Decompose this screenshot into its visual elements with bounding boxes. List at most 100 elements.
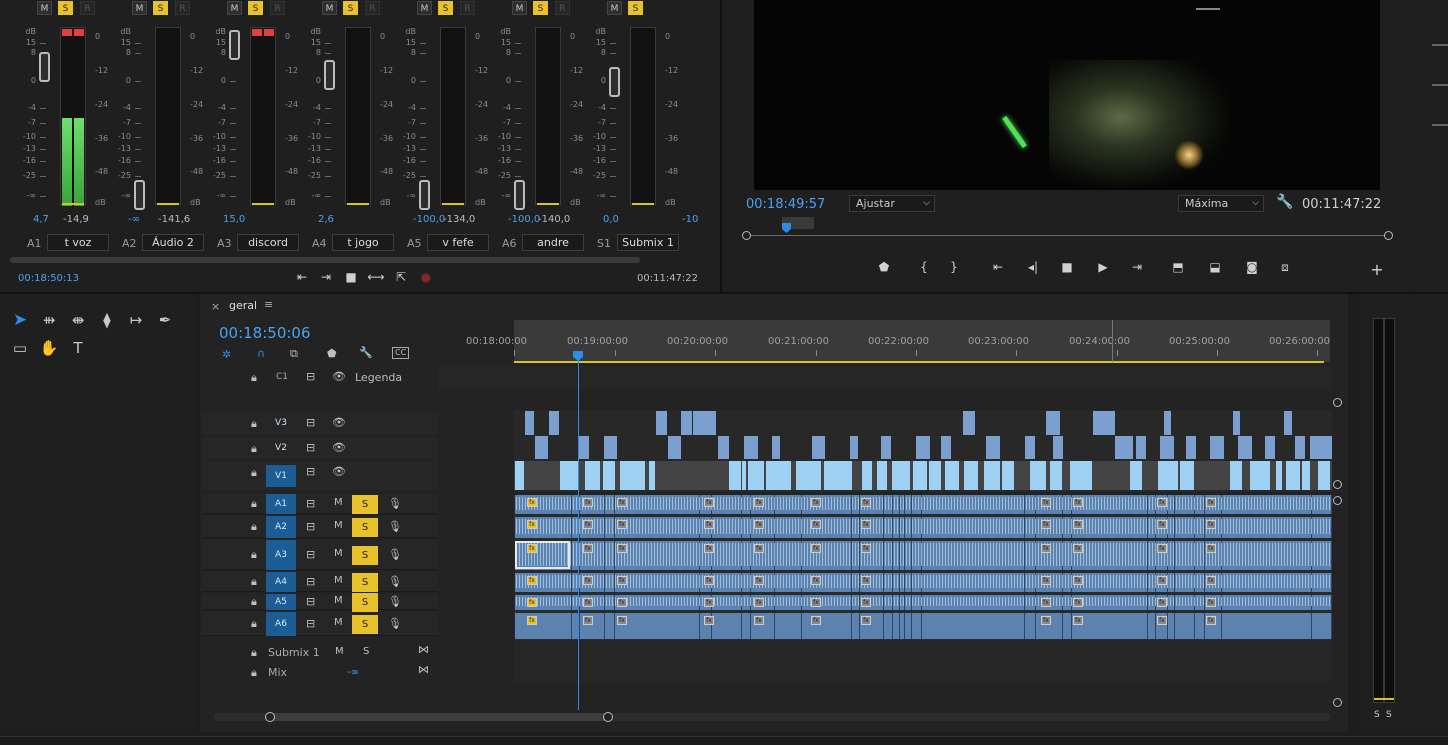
fx-badge[interactable]: fx (527, 576, 537, 585)
video-clip[interactable] (877, 461, 887, 490)
fx-badge[interactable]: fx (1206, 520, 1216, 529)
track-target[interactable]: A5 (266, 594, 296, 610)
video-clip[interactable] (525, 411, 534, 435)
microphone-icon[interactable]: 🎙︎ (388, 497, 402, 510)
video-clip[interactable] (1238, 436, 1252, 459)
video-clip[interactable] (1025, 436, 1035, 459)
mute-track-button[interactable]: M (334, 617, 343, 628)
scrub-in-handle[interactable] (742, 231, 751, 240)
video-clip[interactable] (824, 461, 852, 490)
solo-track-button[interactable]: S (352, 614, 378, 634)
sequence-menu-icon[interactable]: ≡ (264, 298, 273, 311)
fx-badge[interactable]: fx (811, 520, 821, 529)
video-clip[interactable] (1115, 436, 1133, 459)
lock-icon[interactable]: 🔒︎ (251, 442, 257, 456)
solo-button[interactable]: S (628, 1, 643, 15)
mute-track-button[interactable]: M (334, 575, 343, 586)
sync-lock-icon[interactable]: ⊟ (306, 465, 315, 478)
video-clip[interactable] (945, 461, 959, 490)
video-clip[interactable] (941, 436, 951, 459)
video-clip[interactable] (535, 436, 548, 459)
extract-button[interactable]: ⬓ (1205, 260, 1225, 274)
fx-badge[interactable]: fx (754, 576, 764, 585)
volume-value[interactable]: 2,6 (318, 214, 334, 225)
fx-badge[interactable]: fx (861, 598, 871, 607)
video-clip[interactable] (1286, 461, 1300, 490)
channel-name[interactable]: discord (237, 234, 299, 251)
sync-lock-icon[interactable]: ⊟ (306, 575, 315, 588)
fx-badge[interactable]: fx (1157, 544, 1167, 553)
volume-value[interactable]: -100,0 (413, 214, 445, 225)
selection-tool-icon[interactable]: ➤ (9, 310, 31, 330)
channel-name[interactable]: Áudio 2 (142, 234, 204, 251)
fx-badge[interactable]: fx (527, 598, 537, 607)
eye-icon[interactable]: 👁︎ (332, 465, 346, 478)
solo-track-button[interactable]: S (352, 592, 378, 612)
video-clip[interactable] (1050, 461, 1062, 490)
microphone-icon[interactable]: 🎙︎ (388, 595, 402, 608)
video-clip[interactable] (796, 461, 821, 490)
video-clip[interactable] (1230, 461, 1242, 490)
submix-mute[interactable]: M (335, 646, 344, 657)
fx-badge[interactable]: fx (754, 598, 764, 607)
fx-badge[interactable]: fx (1073, 616, 1083, 625)
sync-lock-icon[interactable]: ⊟ (306, 370, 315, 383)
fx-badge[interactable]: fx (527, 616, 537, 625)
video-clip[interactable] (744, 436, 758, 459)
solo-button[interactable]: S (58, 1, 73, 15)
rectangle-tool-icon[interactable]: ▭ (9, 338, 31, 358)
work-area-bar[interactable] (514, 361, 1324, 363)
lock-icon[interactable]: 🔒︎ (251, 617, 257, 631)
volume-value[interactable]: -100,0 (508, 214, 540, 225)
add-button[interactable]: + (1367, 260, 1387, 279)
mute-button[interactable]: M (227, 1, 242, 15)
video-clip[interactable] (1136, 436, 1146, 459)
video-clip[interactable] (1265, 436, 1275, 459)
fx-badge[interactable]: fx (617, 576, 627, 585)
mute-button[interactable]: M (132, 1, 147, 15)
captions-icon[interactable]: CC (392, 347, 410, 359)
lift-button[interactable]: ⬒ (1168, 260, 1188, 274)
mute-button[interactable]: M (322, 1, 337, 15)
video-clip[interactable] (560, 461, 578, 490)
fx-badge[interactable]: fx (811, 616, 821, 625)
solo-track-button[interactable]: S (352, 545, 378, 565)
edge-icon-2[interactable] (1432, 84, 1448, 86)
lock-icon[interactable]: 🔒︎ (251, 497, 257, 511)
channel-name[interactable]: t voz (47, 234, 109, 251)
fx-badge[interactable]: fx (861, 616, 871, 625)
record-arm-button[interactable]: R (365, 1, 380, 15)
mute-track-button[interactable]: M (334, 548, 343, 559)
play-in-to-out-button[interactable]: ⇱ (391, 270, 411, 284)
fx-badge[interactable]: fx (754, 520, 764, 529)
snap-magnet-icon[interactable]: ∩ (257, 347, 265, 360)
submix-bracket-icon[interactable]: ⋈ (418, 643, 429, 656)
video-clip[interactable] (963, 411, 975, 435)
record-arm-button[interactable]: R (555, 1, 570, 15)
scrub-out-handle[interactable] (1384, 231, 1393, 240)
video-clip[interactable] (984, 461, 1000, 490)
mark-in-button[interactable]: { (914, 260, 934, 274)
solo-track-button[interactable]: S (352, 494, 378, 514)
audio-clip[interactable] (802, 613, 852, 639)
track-select-tool-icon[interactable]: ⇻ (38, 310, 60, 330)
microphone-icon[interactable]: 🎙︎ (388, 575, 402, 588)
video-clip[interactable] (1276, 461, 1282, 490)
fx-badge[interactable]: fx (1157, 616, 1167, 625)
volume-value[interactable]: 0,0 (603, 214, 619, 225)
video-clip[interactable] (515, 461, 524, 490)
fx-badge[interactable]: fx (527, 520, 537, 529)
record-arm-button[interactable]: R (270, 1, 285, 15)
stop-button[interactable]: ■ (341, 270, 361, 284)
type-tool-icon[interactable]: T (67, 338, 89, 358)
video-clip[interactable] (1002, 461, 1014, 490)
video-clip[interactable] (772, 436, 780, 459)
timeline-settings-wrench-icon[interactable]: 🔧 (359, 346, 373, 359)
volume-fader[interactable] (134, 180, 145, 210)
volume-fader[interactable] (229, 30, 240, 60)
mute-button[interactable]: M (512, 1, 527, 15)
fx-badge[interactable]: fx (1073, 576, 1083, 585)
video-clip[interactable] (620, 461, 645, 490)
settings-wrench-icon[interactable]: 🔧 (1276, 194, 1293, 210)
microphone-icon[interactable]: 🎙︎ (388, 548, 402, 561)
